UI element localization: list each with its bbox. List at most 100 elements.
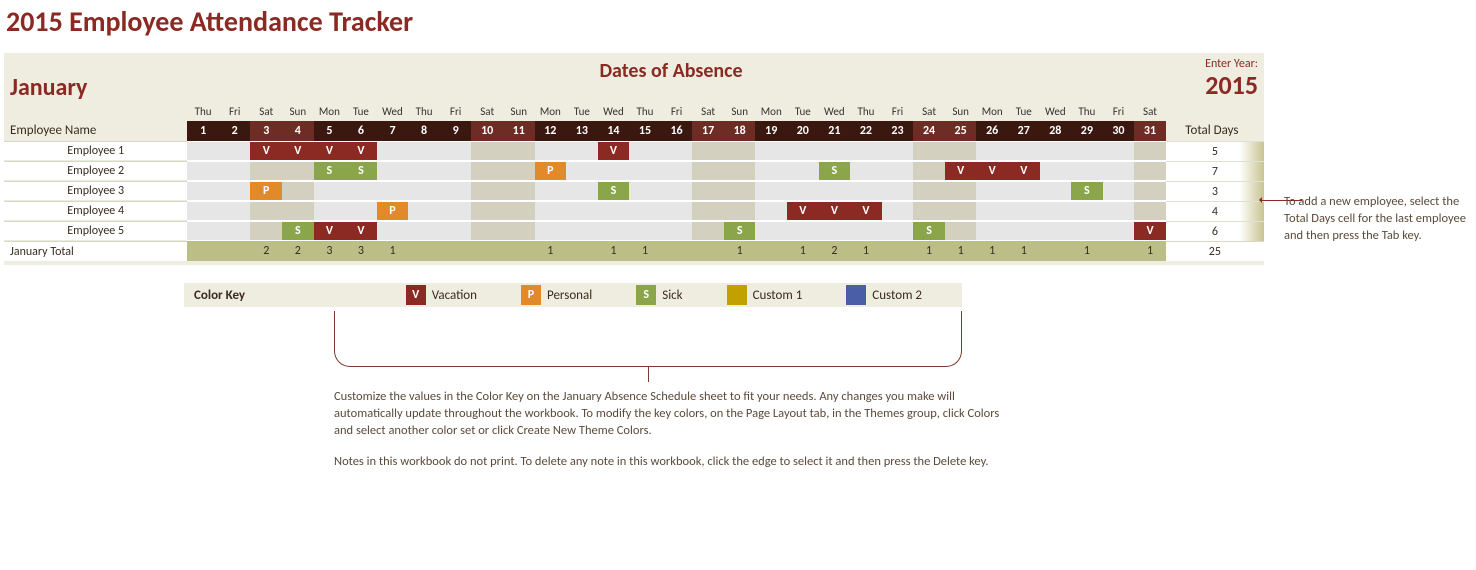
- attendance-cell[interactable]: [661, 201, 693, 221]
- attendance-cell[interactable]: P: [535, 161, 567, 181]
- attendance-cell[interactable]: [1103, 201, 1135, 221]
- attendance-cell[interactable]: [629, 141, 661, 161]
- day-number[interactable]: 21: [819, 121, 851, 141]
- attendance-cell[interactable]: [629, 221, 661, 241]
- day-number[interactable]: 26: [976, 121, 1008, 141]
- day-number[interactable]: 23: [882, 121, 914, 141]
- attendance-cell[interactable]: P: [377, 201, 409, 221]
- attendance-cell[interactable]: V: [282, 141, 314, 161]
- day-number[interactable]: 20: [787, 121, 819, 141]
- attendance-cell[interactable]: [1008, 201, 1040, 221]
- attendance-cell[interactable]: [692, 161, 724, 181]
- day-number[interactable]: 13: [566, 121, 598, 141]
- day-number[interactable]: 14: [598, 121, 630, 141]
- attendance-cell[interactable]: [440, 221, 472, 241]
- attendance-cell[interactable]: [408, 141, 440, 161]
- attendance-cell[interactable]: [187, 221, 219, 241]
- attendance-cell[interactable]: [345, 201, 377, 221]
- attendance-cell[interactable]: [187, 141, 219, 161]
- day-number[interactable]: 18: [724, 121, 756, 141]
- attendance-cell[interactable]: [913, 201, 945, 221]
- attendance-cell[interactable]: [1103, 181, 1135, 201]
- year-value[interactable]: 2015: [1158, 69, 1258, 101]
- attendance-cell[interactable]: [755, 181, 787, 201]
- day-number[interactable]: 24: [913, 121, 945, 141]
- attendance-cell[interactable]: [503, 201, 535, 221]
- attendance-cell[interactable]: [535, 181, 567, 201]
- attendance-cell[interactable]: V: [345, 221, 377, 241]
- day-number[interactable]: 15: [629, 121, 661, 141]
- employee-total[interactable]: 7: [1166, 161, 1264, 181]
- attendance-cell[interactable]: [882, 221, 914, 241]
- attendance-cell[interactable]: [408, 221, 440, 241]
- day-number[interactable]: 17: [692, 121, 724, 141]
- attendance-cell[interactable]: [1040, 221, 1072, 241]
- employee-name[interactable]: Employee 5: [4, 221, 187, 241]
- attendance-cell[interactable]: [692, 201, 724, 221]
- attendance-cell[interactable]: [1134, 181, 1166, 201]
- employee-name[interactable]: Employee 1: [4, 141, 187, 161]
- attendance-cell[interactable]: [882, 201, 914, 221]
- day-number[interactable]: 3: [250, 121, 282, 141]
- day-number[interactable]: 29: [1071, 121, 1103, 141]
- attendance-cell[interactable]: [692, 141, 724, 161]
- attendance-cell[interactable]: [566, 221, 598, 241]
- attendance-cell[interactable]: [850, 141, 882, 161]
- attendance-cell[interactable]: [219, 201, 251, 221]
- attendance-cell[interactable]: [408, 201, 440, 221]
- attendance-cell[interactable]: [976, 221, 1008, 241]
- day-number[interactable]: 25: [945, 121, 977, 141]
- attendance-cell[interactable]: [282, 201, 314, 221]
- attendance-cell[interactable]: [250, 161, 282, 181]
- attendance-cell[interactable]: S: [913, 221, 945, 241]
- attendance-cell[interactable]: S: [345, 161, 377, 181]
- attendance-cell[interactable]: [787, 141, 819, 161]
- attendance-cell[interactable]: V: [314, 141, 346, 161]
- day-number[interactable]: 4: [282, 121, 314, 141]
- day-number[interactable]: 27: [1008, 121, 1040, 141]
- attendance-cell[interactable]: [187, 161, 219, 181]
- attendance-cell[interactable]: [535, 221, 567, 241]
- attendance-cell[interactable]: [377, 141, 409, 161]
- attendance-cell[interactable]: [661, 141, 693, 161]
- attendance-cell[interactable]: [598, 161, 630, 181]
- attendance-cell[interactable]: [882, 181, 914, 201]
- attendance-cell[interactable]: [250, 201, 282, 221]
- attendance-cell[interactable]: [850, 221, 882, 241]
- attendance-cell[interactable]: V: [345, 141, 377, 161]
- attendance-cell[interactable]: [566, 201, 598, 221]
- attendance-cell[interactable]: [945, 201, 977, 221]
- attendance-cell[interactable]: [661, 161, 693, 181]
- attendance-cell[interactable]: V: [250, 141, 282, 161]
- attendance-cell[interactable]: [377, 221, 409, 241]
- attendance-cell[interactable]: P: [250, 181, 282, 201]
- attendance-cell[interactable]: [503, 161, 535, 181]
- employee-total[interactable]: 6: [1166, 221, 1264, 241]
- attendance-cell[interactable]: V: [314, 221, 346, 241]
- attendance-cell[interactable]: [819, 141, 851, 161]
- attendance-cell[interactable]: [755, 141, 787, 161]
- day-number[interactable]: 11: [503, 121, 535, 141]
- attendance-cell[interactable]: [629, 181, 661, 201]
- attendance-cell[interactable]: [787, 161, 819, 181]
- attendance-cell[interactable]: [219, 141, 251, 161]
- attendance-cell[interactable]: [787, 181, 819, 201]
- attendance-cell[interactable]: [503, 221, 535, 241]
- day-number[interactable]: 9: [440, 121, 472, 141]
- attendance-cell[interactable]: [819, 181, 851, 201]
- day-number[interactable]: 2: [219, 121, 251, 141]
- attendance-cell[interactable]: [1071, 221, 1103, 241]
- attendance-cell[interactable]: [187, 181, 219, 201]
- attendance-cell[interactable]: [629, 161, 661, 181]
- attendance-cell[interactable]: [755, 201, 787, 221]
- attendance-cell[interactable]: [535, 201, 567, 221]
- attendance-cell[interactable]: [1071, 161, 1103, 181]
- attendance-cell[interactable]: [566, 161, 598, 181]
- attendance-cell[interactable]: [945, 181, 977, 201]
- day-number[interactable]: 28: [1040, 121, 1072, 141]
- day-number[interactable]: 5: [314, 121, 346, 141]
- attendance-cell[interactable]: [976, 141, 1008, 161]
- employee-name[interactable]: Employee 4: [4, 201, 187, 221]
- attendance-cell[interactable]: [913, 141, 945, 161]
- attendance-cell[interactable]: [503, 181, 535, 201]
